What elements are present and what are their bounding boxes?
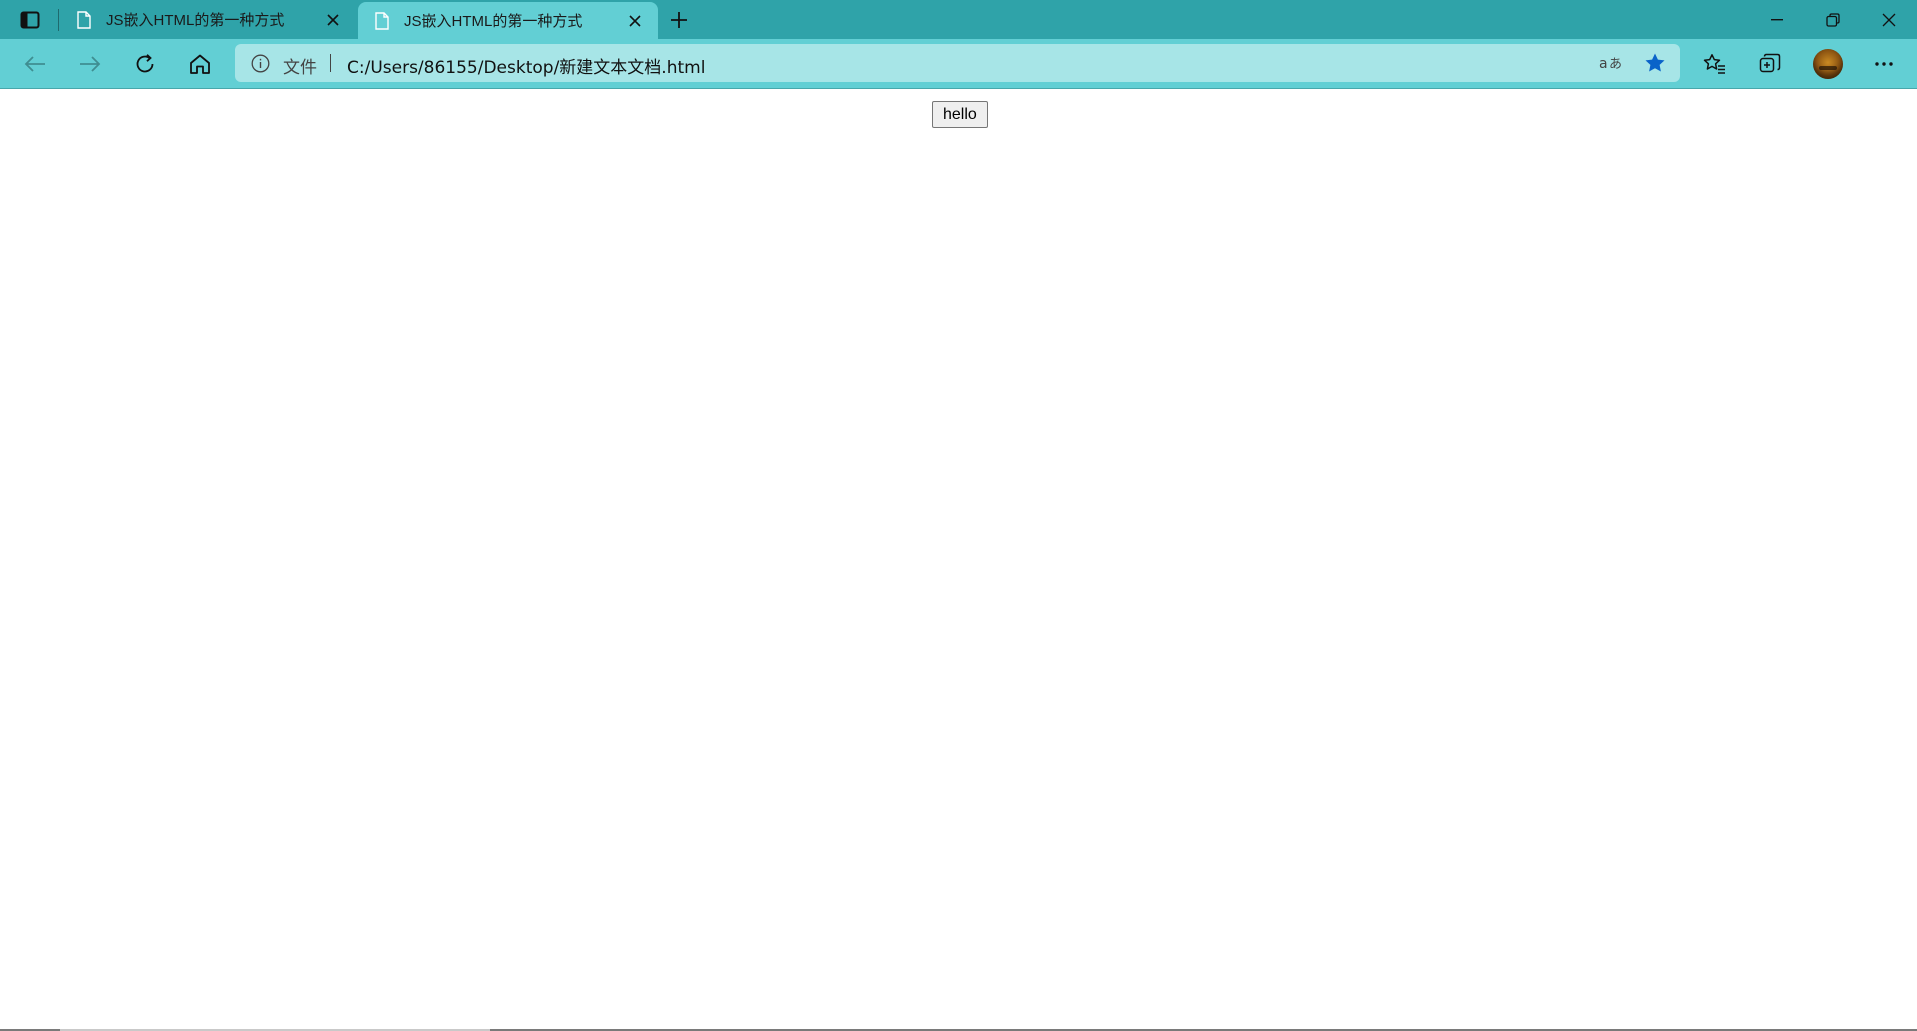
tab-inactive[interactable]: JS嵌入HTML的第一种方式	[60, 0, 356, 39]
refresh-icon[interactable]	[125, 46, 165, 82]
svg-text:あ: あ	[1609, 57, 1622, 72]
read-aloud-icon[interactable]: a あ	[1598, 51, 1624, 75]
address-divider	[330, 54, 331, 72]
close-icon[interactable]	[624, 10, 646, 32]
tab-title: JS嵌入HTML的第一种方式	[404, 13, 583, 30]
window-close-icon[interactable]	[1861, 0, 1917, 39]
more-icon[interactable]	[1864, 46, 1904, 82]
plus-icon[interactable]	[664, 7, 694, 33]
minimize-icon[interactable]	[1749, 0, 1805, 39]
tab-actions-icon[interactable]	[14, 8, 46, 32]
page-icon	[76, 10, 92, 29]
svg-text:a: a	[1599, 56, 1608, 72]
address-url[interactable]: C:/Users/86155/Desktop/新建文本文档.html	[347, 53, 705, 78]
star-icon[interactable]	[1642, 51, 1668, 75]
collections-icon[interactable]	[1750, 46, 1790, 82]
favorites-icon[interactable]	[1695, 46, 1735, 82]
page-icon	[374, 11, 390, 30]
hello-button[interactable]: hello	[932, 101, 988, 128]
home-icon[interactable]	[180, 46, 220, 82]
tab-separator	[58, 9, 59, 31]
address-bar[interactable]: 文件 C:/Users/86155/Desktop/新建文本文档.html a …	[235, 44, 1680, 82]
info-icon[interactable]	[251, 54, 270, 73]
close-icon[interactable]	[322, 9, 344, 31]
tab-active[interactable]: JS嵌入HTML的第一种方式	[358, 2, 658, 39]
forward-arrow-icon[interactable]	[70, 46, 110, 82]
tab-title: JS嵌入HTML的第一种方式	[106, 12, 285, 29]
back-arrow-icon[interactable]	[15, 46, 55, 82]
restore-icon[interactable]	[1805, 0, 1861, 39]
address-label: 文件	[283, 58, 317, 78]
tab-strip: JS嵌入HTML的第一种方式 JS嵌入HTML的第一种方式	[0, 0, 1917, 39]
avatar[interactable]	[1813, 49, 1843, 79]
browser-window: JS嵌入HTML的第一种方式 JS嵌入HTML的第一种方式 文件 C:/User…	[0, 0, 1917, 1031]
toolbar: 文件 C:/Users/86155/Desktop/新建文本文档.html a …	[0, 39, 1917, 89]
page-content: hello	[0, 89, 1917, 1031]
